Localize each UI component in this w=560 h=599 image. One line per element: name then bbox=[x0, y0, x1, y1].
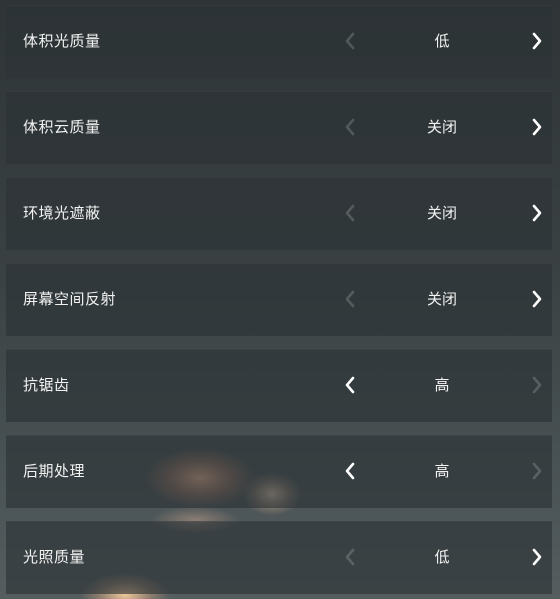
setting-value: 关闭 bbox=[426, 290, 457, 308]
setting-value: 低 bbox=[434, 548, 450, 566]
chevron-right-icon[interactable] bbox=[525, 287, 549, 311]
chevron-right-icon[interactable] bbox=[525, 545, 549, 569]
chevron-right-icon[interactable] bbox=[525, 29, 549, 53]
chevron-left-icon[interactable] bbox=[338, 115, 362, 139]
setting-row-lighting-quality: 光照质量 低 bbox=[6, 521, 552, 594]
setting-value: 高 bbox=[434, 462, 450, 480]
chevron-right-icon[interactable] bbox=[525, 373, 549, 397]
setting-label: 屏幕空间反射 bbox=[23, 290, 117, 308]
setting-value: 高 bbox=[434, 376, 450, 394]
setting-row-volumetric-light-quality: 体积光质量 低 bbox=[6, 5, 552, 78]
setting-row-volumetric-cloud-quality: 体积云质量 关闭 bbox=[6, 91, 552, 164]
setting-label: 体积光质量 bbox=[23, 32, 101, 50]
setting-label: 体积云质量 bbox=[23, 118, 101, 136]
setting-value: 关闭 bbox=[426, 204, 457, 222]
chevron-right-icon[interactable] bbox=[525, 459, 549, 483]
setting-row-screen-space-reflection: 屏幕空间反射 关闭 bbox=[6, 263, 552, 336]
chevron-left-icon[interactable] bbox=[338, 287, 362, 311]
setting-value: 低 bbox=[434, 32, 450, 50]
chevron-right-icon[interactable] bbox=[525, 115, 549, 139]
setting-row-anti-aliasing: 抗锯齿 高 bbox=[6, 349, 552, 422]
setting-row-post-processing: 后期处理 高 bbox=[6, 435, 552, 508]
graphics-settings-list: 体积光质量 低 体积云质量 关闭 环境光遮蔽 关闭 屏幕空间反射 关闭 抗锯齿 … bbox=[6, 5, 552, 594]
setting-value: 关闭 bbox=[426, 118, 457, 136]
chevron-left-icon[interactable] bbox=[338, 459, 362, 483]
setting-label: 光照质量 bbox=[23, 548, 86, 566]
setting-label: 环境光遮蔽 bbox=[23, 204, 101, 222]
setting-label: 抗锯齿 bbox=[23, 376, 70, 394]
setting-label: 后期处理 bbox=[23, 462, 86, 480]
chevron-left-icon[interactable] bbox=[338, 29, 362, 53]
chevron-right-icon[interactable] bbox=[525, 201, 549, 225]
chevron-left-icon[interactable] bbox=[338, 373, 362, 397]
chevron-left-icon[interactable] bbox=[338, 201, 362, 225]
chevron-left-icon[interactable] bbox=[338, 545, 362, 569]
setting-row-ambient-occlusion: 环境光遮蔽 关闭 bbox=[6, 177, 552, 250]
